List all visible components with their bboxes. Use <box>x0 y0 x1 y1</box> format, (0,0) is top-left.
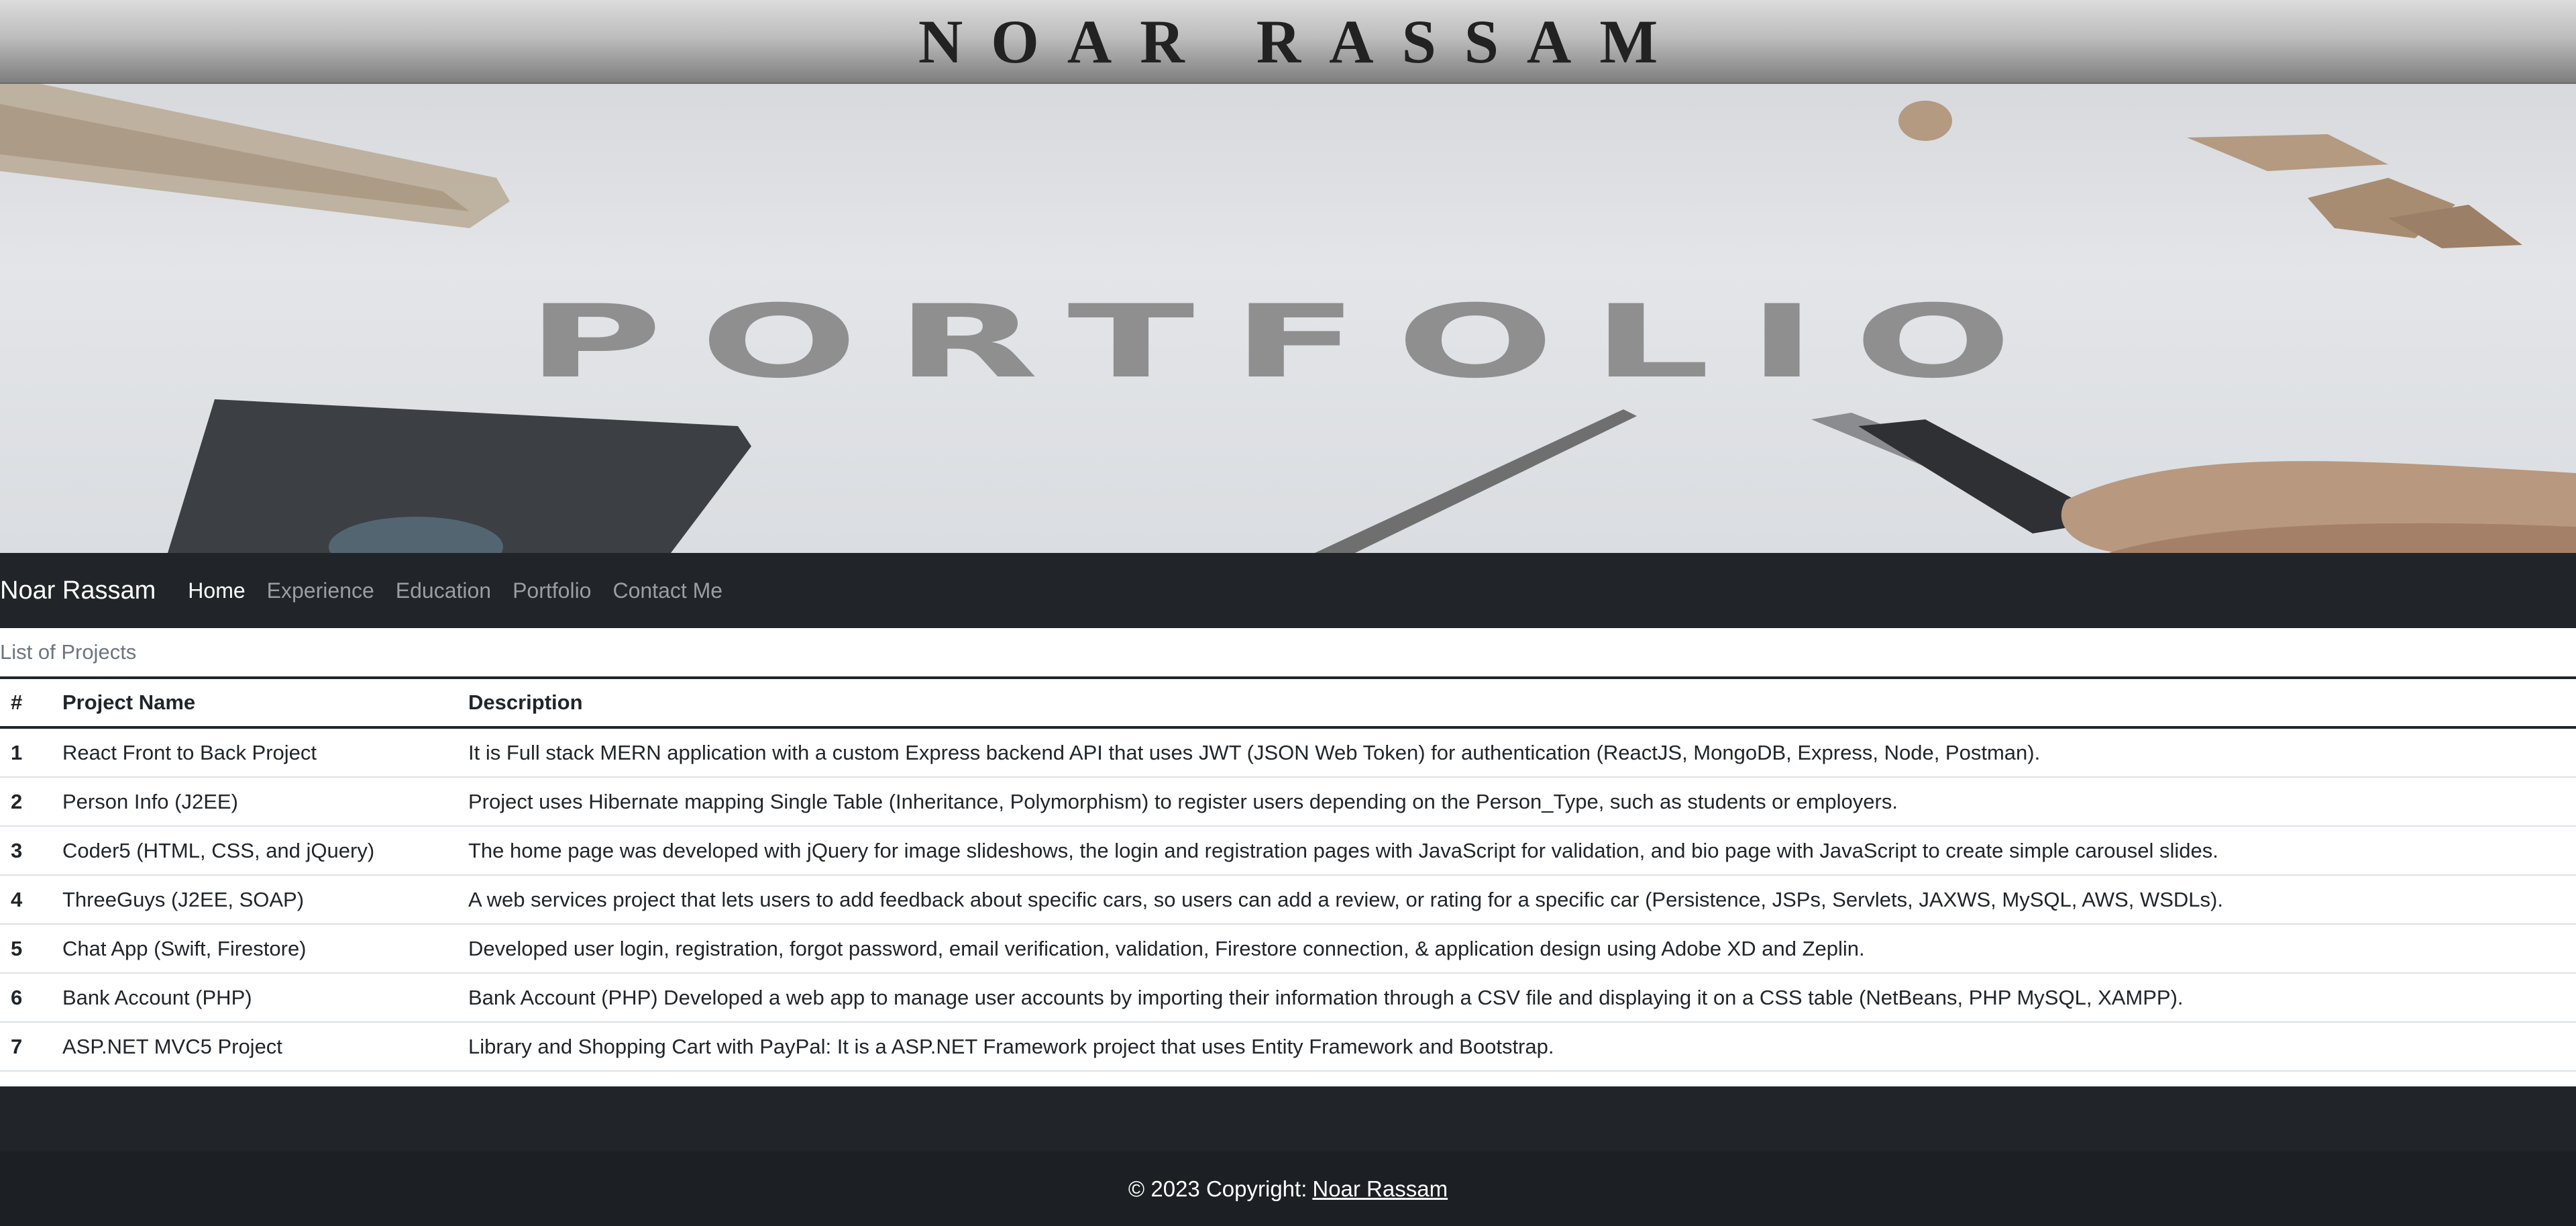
table-row: 4 ThreeGuys (J2EE, SOAP) A web services … <box>0 875 2576 925</box>
site-name: NOAR RASSAM <box>918 7 1686 76</box>
table-row: 2 Person Info (J2EE) Project uses Hibern… <box>0 777 2576 827</box>
project-number: 5 <box>0 924 52 974</box>
project-description: Developed user login, registration, forg… <box>458 924 2576 974</box>
project-name: Bank Account (PHP) <box>52 973 458 1023</box>
project-number: 7 <box>0 1022 52 1072</box>
nav-link-contact-me[interactable]: Contact Me <box>612 578 722 603</box>
project-number: 1 <box>0 727 52 778</box>
project-name: Coder5 (HTML, CSS, and jQuery) <box>52 826 458 876</box>
project-number: 3 <box>0 826 52 876</box>
footer-copyright: © 2023 Copyright: Noar Rassam <box>0 1152 2576 1226</box>
table-row: 6 Bank Account (PHP) Bank Account (PHP) … <box>0 973 2576 1023</box>
project-description: A web services project that lets users t… <box>458 875 2576 925</box>
table-row: 1 React Front to Back Project It is Full… <box>0 727 2576 778</box>
project-name: ThreeGuys (J2EE, SOAP) <box>52 875 458 925</box>
project-name: Person Info (J2EE) <box>52 777 458 827</box>
table-row: 5 Chat App (Swift, Firestore) Developed … <box>0 924 2576 974</box>
nav-link-experience[interactable]: Experience <box>267 578 374 603</box>
projects-caption: List of Projects <box>0 628 2576 679</box>
project-description: It is Full stack MERN application with a… <box>458 727 2576 778</box>
project-description: The home page was developed with jQuery … <box>458 826 2576 876</box>
copyright-text: © 2023 Copyright: <box>1128 1176 1307 1201</box>
nav-link-home[interactable]: Home <box>188 578 245 603</box>
project-name: Chat App (Swift, Firestore) <box>52 924 458 974</box>
nav-link-education[interactable]: Education <box>396 578 491 603</box>
copyright-link[interactable]: Noar Rassam <box>1312 1176 1448 1202</box>
project-name: React Front to Back Project <box>52 727 458 778</box>
top-banner: NOAR RASSAM <box>0 0 2576 84</box>
project-description: Bank Account (PHP) Developed a web app t… <box>458 973 2576 1023</box>
project-number: 2 <box>0 777 52 827</box>
projects-table: # Project Name Description 1 React Front… <box>0 679 2576 1072</box>
footer-top <box>0 1086 2576 1152</box>
column-header-project-name: Project Name <box>52 679 458 729</box>
project-description: Project uses Hibernate mapping Single Ta… <box>458 777 2576 827</box>
table-row: 3 Coder5 (HTML, CSS, and jQuery) The hom… <box>0 826 2576 876</box>
project-number: 6 <box>0 973 52 1023</box>
project-name: ASP.NET MVC5 Project <box>52 1022 458 1072</box>
project-number: 4 <box>0 875 52 925</box>
table-row: 7 ASP.NET MVC5 Project Library and Shopp… <box>0 1022 2576 1072</box>
table-header-row: # Project Name Description <box>0 679 2576 729</box>
hero-title: PORTFOLIO <box>526 284 2050 401</box>
hero-banner: PORTFOLIO <box>0 84 2576 553</box>
column-header-description: Description <box>458 679 2576 729</box>
column-header-number: # <box>0 679 52 729</box>
nav-link-portfolio[interactable]: Portfolio <box>513 578 591 603</box>
project-description: Library and Shopping Cart with PayPal: I… <box>458 1022 2576 1072</box>
navbar-brand[interactable]: Noar Rassam <box>0 576 156 605</box>
navbar: Noar Rassam Home Experience Education Po… <box>0 553 2576 628</box>
